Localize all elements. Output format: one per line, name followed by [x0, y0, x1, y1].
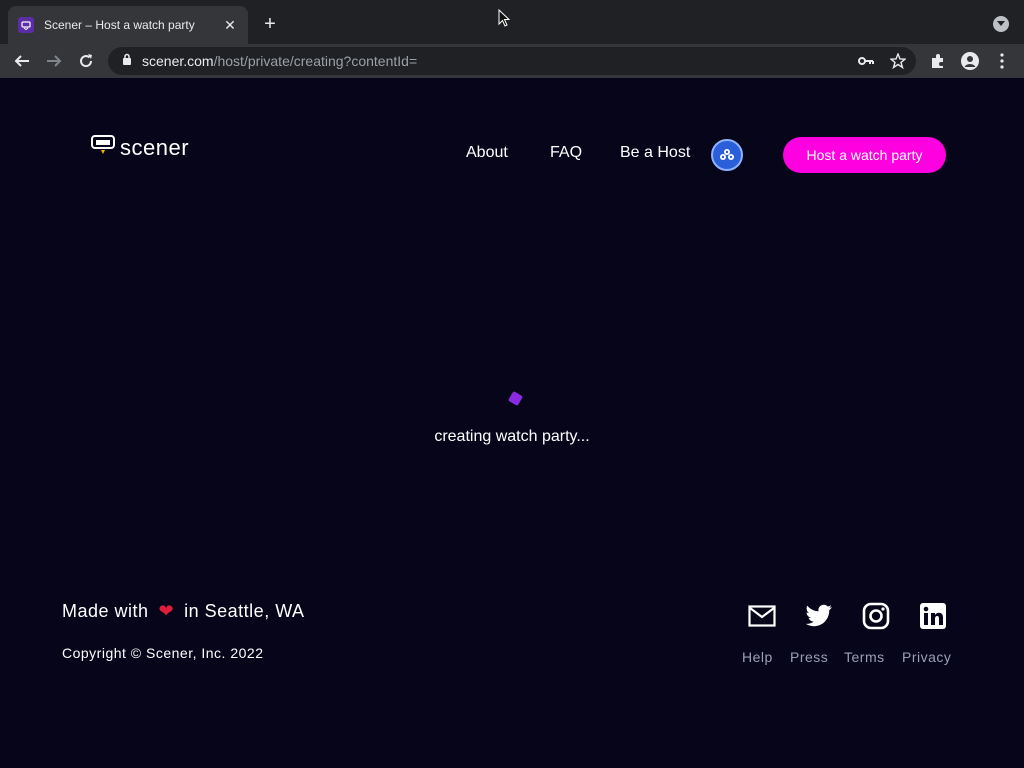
- reload-icon[interactable]: [74, 49, 98, 73]
- address-bar[interactable]: scener.com/host/private/creating?content…: [108, 47, 916, 75]
- more-vert-icon[interactable]: [990, 49, 1014, 73]
- tab-search-icon[interactable]: [993, 16, 1009, 32]
- host-watch-party-button[interactable]: Host a watch party: [783, 137, 946, 173]
- nav-faq[interactable]: FAQ: [550, 144, 582, 162]
- key-icon[interactable]: [858, 53, 874, 69]
- url-host: scener.com: [142, 53, 214, 69]
- nav-about[interactable]: About: [466, 144, 508, 162]
- made-with-text: Made with ❤ in Seattle, WA: [62, 601, 305, 622]
- browser-toolbar: scener.com/host/private/creating?content…: [0, 44, 1024, 78]
- star-icon[interactable]: [890, 53, 906, 69]
- couch-logo-icon: [90, 132, 116, 163]
- copyright-text: Copyright © Scener, Inc. 2022: [62, 645, 264, 661]
- url-path: /host/private/creating?contentId=: [213, 53, 418, 69]
- heart-icon: ❤: [158, 601, 175, 621]
- lock-icon: [122, 52, 132, 70]
- back-arrow-icon[interactable]: [10, 49, 34, 73]
- loading-spinner: [507, 390, 524, 407]
- footer-link-help[interactable]: Help: [742, 649, 773, 665]
- mouse-cursor-icon: [498, 8, 511, 32]
- plus-icon[interactable]: +: [258, 12, 282, 36]
- extensions-icon[interactable]: [926, 49, 950, 73]
- mail-icon[interactable]: [747, 601, 777, 631]
- tab-title: Scener – Host a watch party: [44, 18, 195, 32]
- logo-text: scener: [120, 134, 190, 160]
- close-icon[interactable]: ✕: [222, 17, 238, 34]
- browser-tab[interactable]: Scener – Host a watch party ✕: [8, 6, 248, 44]
- status-text: creating watch party...: [434, 428, 590, 445]
- footer-link-terms[interactable]: Terms: [844, 649, 885, 665]
- page-content: scener About FAQ Be a Host Host a watch …: [0, 78, 1024, 768]
- profile-icon[interactable]: [958, 49, 982, 73]
- twitter-icon[interactable]: [804, 601, 834, 631]
- made-suffix: in Seattle, WA: [184, 601, 305, 621]
- scener-favicon: [18, 17, 34, 33]
- globe-icon[interactable]: [711, 139, 743, 171]
- scener-logo[interactable]: scener: [90, 132, 189, 163]
- forward-arrow-icon[interactable]: [42, 49, 66, 73]
- nav-be-a-host[interactable]: Be a Host: [620, 144, 690, 162]
- footer-link-press[interactable]: Press: [790, 649, 828, 665]
- instagram-icon[interactable]: [861, 601, 891, 631]
- footer-link-privacy[interactable]: Privacy: [902, 649, 951, 665]
- linkedin-icon[interactable]: [918, 601, 948, 631]
- made-prefix: Made with: [62, 601, 149, 621]
- browser-tab-strip: Scener – Host a watch party ✕ +: [0, 0, 1024, 44]
